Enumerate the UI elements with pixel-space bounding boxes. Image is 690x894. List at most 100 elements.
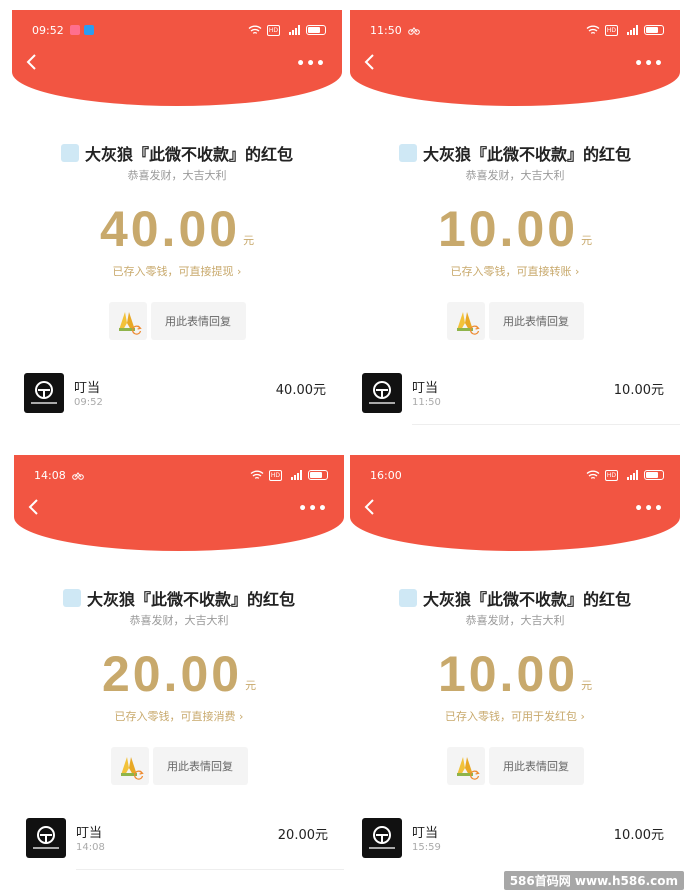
red-header-cap: 16:00 HD ••• — [350, 455, 680, 551]
red-header-cap: 11:50 HD ••• — [350, 10, 680, 106]
battery-icon — [644, 25, 664, 35]
status-bar: 11:50 HD — [370, 22, 664, 38]
packet-title: 大灰狼『此微不收款』的红包 — [84, 145, 293, 164]
reply-with-emoji-button[interactable]: 用此表情回复 — [150, 302, 246, 340]
receive-time: 11:50 — [412, 397, 441, 408]
amount-unit: 元 — [243, 234, 255, 247]
red-packet-panel-4: 16:00 HD ••• 大灰狼『此微不收款』的红包 恭喜发财，大吉大利 10.… — [350, 455, 680, 883]
receive-time: 15:59 — [412, 842, 441, 853]
bike-icon — [71, 472, 84, 480]
app-notification-icon — [69, 25, 80, 35]
status-time: 11:50 — [370, 23, 402, 37]
packet-amount: 10.00 — [437, 646, 579, 702]
reply-row: 用此表情回复 — [350, 747, 680, 785]
refresh-icon — [133, 770, 144, 780]
receiver-record-row[interactable]: 叮当 09:52 40.00元 — [24, 373, 326, 417]
back-chevron-icon[interactable] — [360, 52, 380, 72]
deposit-hint-link[interactable]: 已存入零钱，可直接转账 › — [350, 263, 680, 279]
reply-with-emoji-button[interactable]: 用此表情回复 — [152, 747, 248, 785]
signal-icon — [291, 470, 302, 480]
reply-row: 用此表情回复 — [14, 747, 344, 785]
sender-avatar-icon — [398, 589, 417, 607]
receiver-record-row[interactable]: 叮当 15:59 10.00元 — [362, 818, 664, 862]
signal-icon — [289, 25, 300, 35]
receive-time: 09:52 — [74, 397, 103, 408]
site-watermark: 586首码网 www.h586.com — [503, 871, 684, 890]
amount-unit: 元 — [581, 679, 593, 692]
emoji-reply-button[interactable] — [110, 747, 149, 785]
receiver-record-row[interactable]: 叮当 14:08 20.00元 — [26, 818, 344, 870]
sender-avatar-icon — [398, 144, 417, 162]
receiver-logo-icon — [33, 826, 59, 849]
wifi-icon — [586, 25, 600, 34]
bike-icon — [407, 27, 420, 35]
packet-wish: 恭喜发财，大吉大利 — [127, 169, 227, 182]
back-chevron-icon[interactable] — [24, 497, 44, 517]
receiver-logo-icon — [369, 826, 395, 849]
battery-icon — [306, 25, 326, 35]
received-amount: 40.00元 — [275, 383, 326, 398]
status-bar: 09:52 HD — [32, 22, 326, 38]
packet-title-row: 大灰狼『此微不收款』的红包 — [12, 141, 342, 165]
packet-amount: 20.00 — [101, 646, 243, 702]
red-packet-panel-3: 14:08 HD ••• 大灰狼『此微不收款』的红包 恭喜发财，大吉大利 20.… — [14, 455, 344, 883]
status-time: 14:08 — [34, 468, 66, 482]
received-amount: 20.00元 — [277, 828, 328, 843]
wifi-icon — [250, 470, 264, 479]
amount-unit: 元 — [581, 234, 593, 247]
packet-amount: 40.00 — [99, 201, 241, 257]
status-time: 16:00 — [370, 468, 402, 482]
more-options-button[interactable]: ••• — [634, 56, 664, 72]
red-packet-panel-2: 11:50 HD ••• 大灰狼『此微不收款』的红包 恭喜发财，大吉大利 10.… — [350, 10, 680, 438]
battery-icon — [308, 470, 328, 480]
refresh-icon — [469, 770, 480, 780]
amount-row: 20.00 元 — [14, 645, 344, 703]
packet-wish: 恭喜发财，大吉大利 — [465, 169, 565, 182]
reply-row: 用此表情回复 — [12, 302, 342, 340]
receiver-name: 叮当 — [412, 381, 439, 396]
reply-with-emoji-button[interactable]: 用此表情回复 — [488, 302, 584, 340]
sender-avatar-icon — [62, 589, 81, 607]
receive-time: 14:08 — [76, 842, 105, 853]
emoji-reply-button[interactable] — [446, 302, 485, 340]
deposit-hint-link[interactable]: 已存入零钱，可直接消费 › — [14, 708, 344, 724]
reply-with-emoji-button[interactable]: 用此表情回复 — [488, 747, 584, 785]
more-options-button[interactable]: ••• — [298, 501, 328, 517]
deposit-hint-link[interactable]: 已存入零钱，可直接提现 › — [12, 263, 342, 279]
packet-title: 大灰狼『此微不收款』的红包 — [86, 590, 295, 609]
more-options-button[interactable]: ••• — [296, 56, 326, 72]
receiver-name: 叮当 — [76, 826, 103, 841]
row-divider — [76, 869, 344, 870]
hd-icon: HD — [269, 469, 282, 481]
receiver-logo-icon — [31, 381, 57, 404]
red-header-cap: 09:52 HD ••• — [12, 10, 342, 106]
back-chevron-icon[interactable] — [360, 497, 380, 517]
sender-avatar-icon — [60, 144, 79, 162]
emoji-reply-button[interactable] — [108, 302, 147, 340]
battery-icon — [644, 470, 664, 480]
amount-unit: 元 — [245, 679, 257, 692]
receiver-name: 叮当 — [412, 826, 439, 841]
deposit-hint-link[interactable]: 已存入零钱，可用于发红包 › — [350, 708, 680, 724]
received-amount: 10.00元 — [613, 383, 664, 398]
refresh-icon — [131, 325, 142, 335]
more-options-button[interactable]: ••• — [634, 501, 664, 517]
hd-icon: HD — [605, 469, 618, 481]
amount-row: 10.00 元 — [350, 645, 680, 703]
receiver-record-row[interactable]: 叮当 11:50 10.00元 — [362, 373, 680, 425]
refresh-icon — [469, 325, 480, 335]
red-packet-panel-1: 09:52 HD ••• 大灰狼『此微不收款』的红包 恭喜发财，大吉大利 40.… — [12, 10, 342, 438]
hd-icon: HD — [267, 24, 280, 36]
packet-title-row: 大灰狼『此微不收款』的红包 — [350, 586, 680, 610]
status-bar: 16:00 HD — [370, 467, 664, 483]
receiver-avatar — [26, 818, 66, 858]
hd-icon: HD — [605, 24, 618, 36]
back-chevron-icon[interactable] — [22, 52, 42, 72]
receiver-avatar — [362, 818, 402, 858]
packet-title-row: 大灰狼『此微不收款』的红包 — [14, 586, 344, 610]
row-divider — [412, 424, 680, 425]
emoji-reply-button[interactable] — [446, 747, 485, 785]
receiver-name: 叮当 — [74, 381, 101, 396]
receiver-avatar — [362, 373, 402, 413]
wifi-icon — [586, 470, 600, 479]
